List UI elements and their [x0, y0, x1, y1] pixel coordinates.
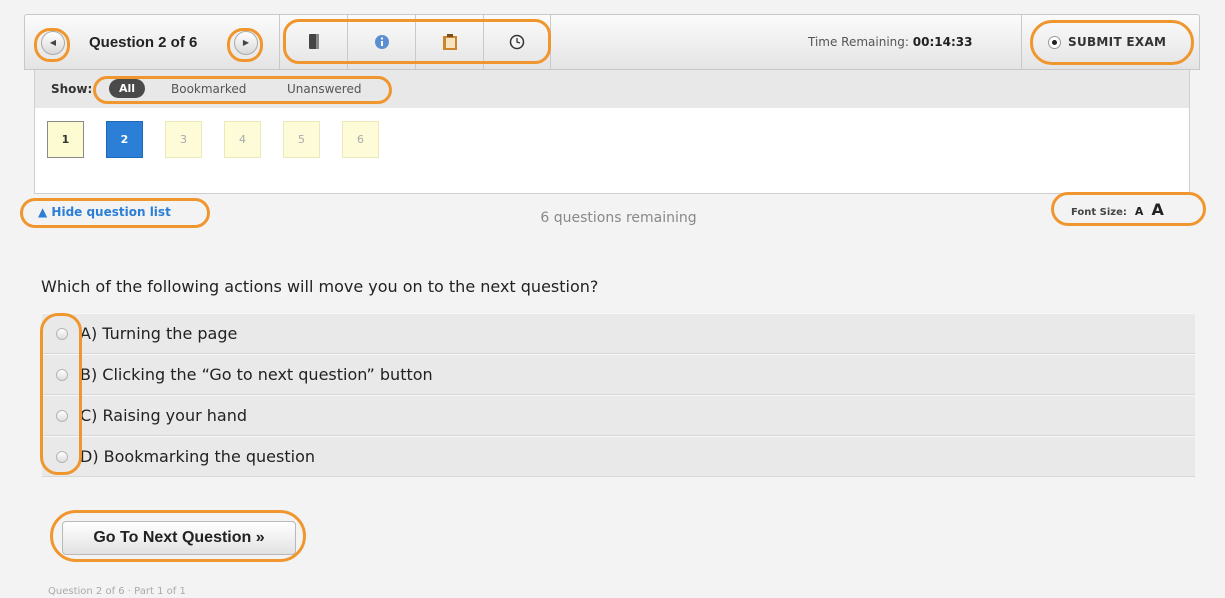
- answer-option-label: B) Clicking the “Go to next question” bu…: [80, 365, 433, 384]
- question-box-4[interactable]: 4: [224, 121, 261, 158]
- submit-radio-icon: [1048, 35, 1061, 49]
- timer-button[interactable]: [483, 15, 551, 69]
- submit-exam-label: SUBMIT EXAM: [1068, 35, 1167, 49]
- notepad-icon: [442, 33, 457, 50]
- submit-exam-button[interactable]: SUBMIT EXAM: [1038, 28, 1188, 56]
- show-label: Show:: [51, 82, 93, 96]
- answer-option-c[interactable]: C) Raising your hand: [42, 395, 1195, 436]
- question-filter-bar: Show: All Bookmarked Unanswered: [34, 70, 1190, 108]
- answer-option-d[interactable]: D) Bookmarking the question: [42, 436, 1195, 477]
- filter-unanswered[interactable]: Unanswered: [287, 82, 361, 96]
- radio-button-icon[interactable]: [56, 409, 68, 422]
- questions-remaining-text: 6 questions remaining: [540, 210, 697, 226]
- questions-remaining: 6 questions remaining: [0, 210, 1225, 226]
- radio-button-icon[interactable]: [56, 368, 68, 381]
- filter-bookmarked[interactable]: Bookmarked: [171, 82, 246, 96]
- footer-question-progress: Question 2 of 6 · Part 1 of 1: [48, 586, 186, 597]
- bookmark-icon: [308, 34, 319, 49]
- font-size-label: Font Size:: [1071, 207, 1127, 218]
- time-remaining: Time Remaining: 00:14:33: [808, 35, 972, 49]
- answer-option-label: D) Bookmarking the question: [80, 447, 315, 466]
- radio-button-icon[interactable]: [56, 327, 68, 340]
- answer-options: A) Turning the page B) Clicking the “Go …: [42, 313, 1195, 477]
- toolbar-divider: [1021, 15, 1022, 69]
- answer-option-b[interactable]: B) Clicking the “Go to next question” bu…: [42, 354, 1195, 395]
- question-list: 1 2 3 4 5 6: [34, 108, 1190, 194]
- previous-question-button[interactable]: ◀: [41, 31, 65, 55]
- chevron-left-icon: ◀: [49, 38, 57, 47]
- question-box-2[interactable]: 2: [106, 121, 143, 158]
- clock-icon: [509, 34, 525, 50]
- filter-all[interactable]: All: [109, 79, 145, 98]
- question-counter: Question 2 of 6: [89, 34, 198, 51]
- answer-option-label: C) Raising your hand: [80, 406, 247, 425]
- radio-button-icon[interactable]: [56, 450, 68, 463]
- answer-option-label: A) Turning the page: [80, 324, 238, 343]
- font-size-small-button[interactable]: A: [1135, 205, 1144, 218]
- notepad-button[interactable]: [415, 15, 483, 69]
- question-box-6[interactable]: 6: [342, 121, 379, 158]
- bookmark-button[interactable]: [279, 15, 347, 69]
- time-remaining-label: Time Remaining:: [808, 35, 909, 49]
- answer-option-a[interactable]: A) Turning the page: [42, 313, 1195, 354]
- question-box-3[interactable]: 3: [165, 121, 202, 158]
- font-size-large-button[interactable]: A: [1151, 200, 1163, 219]
- go-to-next-question-button[interactable]: Go To Next Question »: [62, 521, 296, 555]
- question-text: Which of the following actions will move…: [41, 277, 599, 296]
- chevron-right-icon: ▶: [242, 38, 250, 47]
- next-question-button[interactable]: ▶: [234, 31, 258, 55]
- question-box-1[interactable]: 1: [47, 121, 84, 158]
- question-box-5[interactable]: 5: [283, 121, 320, 158]
- info-icon: [374, 35, 389, 49]
- info-button[interactable]: [347, 15, 415, 69]
- font-size-control: Font Size: A A: [1071, 200, 1164, 219]
- time-remaining-value: 00:14:33: [912, 35, 973, 49]
- exam-toolbar: ◀ Question 2 of 6 ▶ Time Remaining: 00:1…: [24, 14, 1200, 70]
